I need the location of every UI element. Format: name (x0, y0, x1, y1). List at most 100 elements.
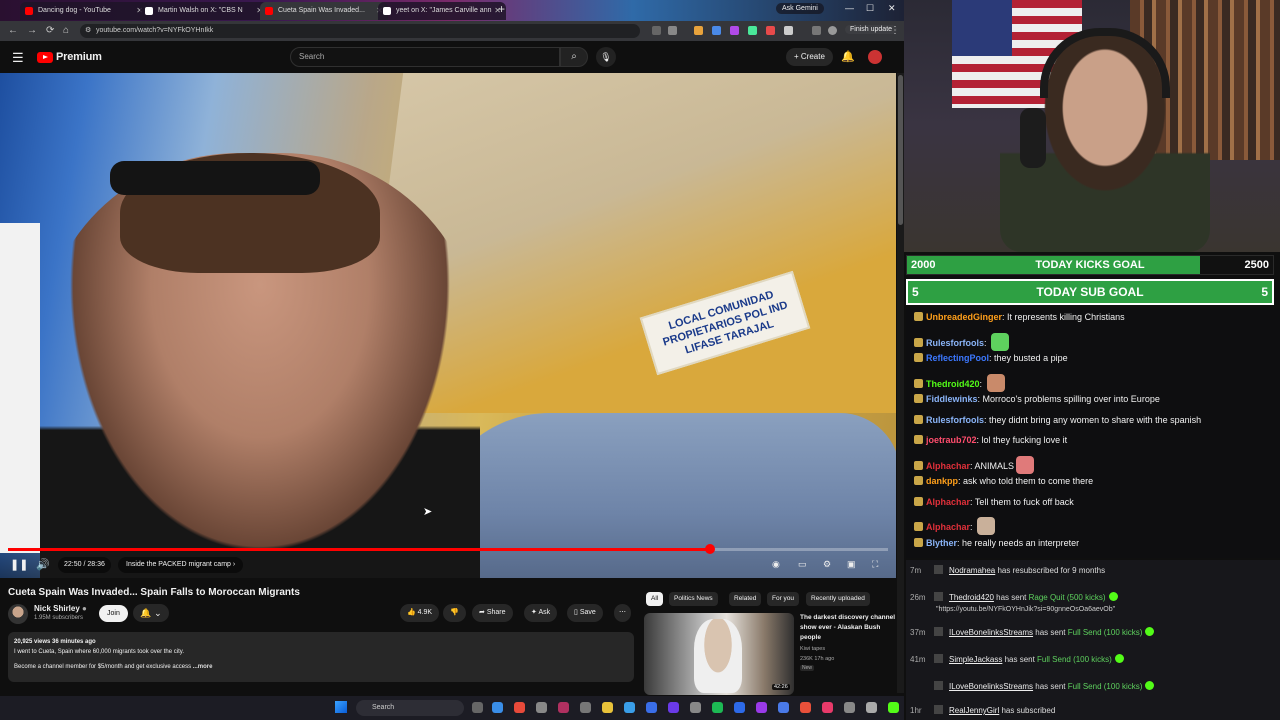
dislike-button[interactable]: 👎 (443, 604, 466, 622)
app-icon[interactable] (800, 702, 811, 713)
autoplay-toggle-icon[interactable]: ◉ (772, 559, 780, 570)
pause-icon[interactable]: ❚❚ (10, 558, 28, 571)
chip-for-you[interactable]: For you (767, 592, 800, 606)
event-link[interactable]: "https://youtu.be/NYFkOYHnJik?si=90gnneO… (936, 606, 1115, 613)
chat-username[interactable]: joetraub702 (926, 435, 977, 445)
chip-recently-uploaded[interactable]: Recently uploaded (806, 592, 870, 606)
task-view-icon[interactable] (472, 702, 483, 713)
event-username[interactable]: Nodramahea (949, 566, 995, 575)
video-player[interactable]: LOCAL COMUNIDAD PROPIETARIOS POL IND LIF… (0, 73, 896, 578)
back-icon[interactable]: ← (8, 25, 18, 36)
miniplayer-icon[interactable]: ▣ (847, 559, 856, 570)
edge-icon[interactable] (492, 702, 503, 713)
chapter-button[interactable]: Inside the PACKED migrant camp › (118, 557, 244, 573)
browser-tab[interactable]: yeet on X: "James Carville ann ✕ (378, 2, 506, 20)
maximize-icon[interactable]: ☐ (866, 3, 874, 14)
browser-tab-active[interactable]: Cueta Spain Was Invaded... ✕ (260, 2, 388, 20)
event-username[interactable]: Thedroid420 (949, 593, 994, 602)
app-icon[interactable] (668, 702, 679, 713)
minimize-icon[interactable]: — (845, 3, 854, 13)
extensions-puzzle-icon[interactable] (784, 26, 793, 35)
browser-menu-icon[interactable]: ⋮ (890, 25, 900, 36)
captions-icon[interactable]: ▭ (798, 559, 807, 570)
recommended-title[interactable]: The darkest discovery channel show ever … (800, 613, 896, 643)
app-icon[interactable] (734, 702, 745, 713)
chat-username[interactable]: Blyther (926, 538, 957, 548)
fullscreen-icon[interactable]: ⛶ (872, 559, 878, 570)
search-button[interactable]: ⌕ (560, 47, 588, 67)
site-info-icon[interactable]: ⚙ (85, 24, 91, 38)
bookmark-star-icon[interactable] (668, 26, 677, 35)
avatar[interactable] (828, 26, 837, 35)
channel-name[interactable]: Nick Shirley ● (34, 604, 87, 613)
file-explorer-icon[interactable] (602, 702, 613, 713)
chat-username[interactable]: Alphachar (926, 497, 970, 507)
forward-icon[interactable]: → (27, 25, 37, 36)
extension-icon[interactable] (748, 26, 757, 35)
browser-tab[interactable]: Dancing dog - YouTube ✕ (20, 2, 148, 20)
event-username[interactable]: ILoveBonelinksStreams (949, 682, 1033, 691)
app-icon[interactable] (822, 702, 833, 713)
more-actions-button[interactable]: ⋯ (614, 604, 631, 622)
event-username[interactable]: SimpleJackass (949, 655, 1002, 664)
premiere-icon[interactable] (756, 702, 767, 713)
event-username[interactable]: RealJennyGirl (949, 706, 999, 715)
page-scrollbar[interactable] (897, 73, 904, 693)
url-field[interactable]: ⚙ youtube.com/watch?v=NYFkOYHnIkk (80, 24, 640, 38)
browser-tab[interactable]: Martin Walsh on X: "CBS N ✕ (140, 2, 268, 20)
recommended-channel[interactable]: Kiwi tapes (800, 646, 825, 652)
youtube-logo[interactable]: Premium (37, 51, 102, 63)
extension-icon[interactable] (730, 26, 739, 35)
chip-politics-news[interactable]: Politics News (669, 592, 718, 606)
description-box[interactable]: 20,925 views 36 minutes ago I went to Cu… (8, 632, 634, 682)
recommended-thumbnail[interactable] (644, 613, 794, 695)
ask-gemini-button[interactable]: Ask Gemini (776, 3, 824, 14)
chat-username[interactable]: Fiddlewinks (926, 394, 978, 404)
chat-username[interactable]: dankpp (926, 476, 958, 486)
chat-username[interactable]: UnbreadedGinger (926, 312, 1002, 322)
app-icon[interactable] (844, 702, 855, 713)
profile-icon[interactable] (812, 26, 821, 35)
app-icon[interactable] (778, 702, 789, 713)
show-more-link[interactable]: ...more (193, 664, 213, 670)
join-button[interactable]: Join (99, 605, 128, 622)
scrollbar-thumb[interactable] (898, 75, 903, 225)
hamburger-menu-icon[interactable]: ☰ (12, 50, 24, 66)
ask-button[interactable]: ✦ Ask (524, 604, 558, 622)
search-input[interactable]: Search (290, 47, 560, 67)
chat-username[interactable]: Alphachar (926, 461, 970, 471)
chat-username[interactable]: Rulesforfools (926, 338, 984, 348)
kick-icon[interactable] (888, 702, 899, 713)
event-username[interactable]: ILoveBonelinksStreams (949, 628, 1033, 637)
channel-avatar[interactable] (8, 604, 28, 624)
new-tab-button[interactable]: + (498, 2, 505, 16)
volume-icon[interactable]: 🔊 (36, 558, 50, 571)
save-button[interactable]: ▯ Save (567, 604, 603, 622)
video-progress-bar[interactable] (8, 544, 888, 554)
app-icon[interactable] (866, 702, 877, 713)
close-window-icon[interactable]: ✕ (888, 3, 896, 14)
voice-search-button[interactable]: 🎙 (596, 47, 616, 67)
chip-all[interactable]: All (646, 592, 664, 606)
app-icon[interactable] (690, 702, 701, 713)
chat-username[interactable]: Thedroid420 (926, 379, 980, 389)
extension-icon[interactable] (766, 26, 775, 35)
notifications-bell-icon[interactable]: 🔔 (841, 50, 855, 63)
app-icon[interactable] (646, 702, 657, 713)
chrome-icon[interactable] (514, 702, 525, 713)
spotify-icon[interactable] (712, 702, 723, 713)
chat-username[interactable]: Alphachar (926, 522, 970, 532)
extension-icon[interactable] (712, 26, 721, 35)
mail-icon[interactable] (580, 702, 591, 713)
chat-username[interactable]: ReflectingPool (926, 353, 989, 363)
home-icon[interactable]: ⌂ (63, 25, 69, 36)
install-icon[interactable] (652, 26, 661, 35)
settings-gear-icon[interactable]: ⚙ (823, 559, 831, 570)
like-button[interactable]: 👍 4.9K (400, 604, 440, 622)
chat-username[interactable]: Rulesforfools (926, 415, 984, 425)
reload-icon[interactable]: ⟳ (46, 25, 54, 36)
app-icon[interactable] (536, 702, 547, 713)
extension-icon[interactable] (694, 26, 703, 35)
telegram-icon[interactable] (624, 702, 635, 713)
chip-related[interactable]: Related (729, 592, 762, 606)
